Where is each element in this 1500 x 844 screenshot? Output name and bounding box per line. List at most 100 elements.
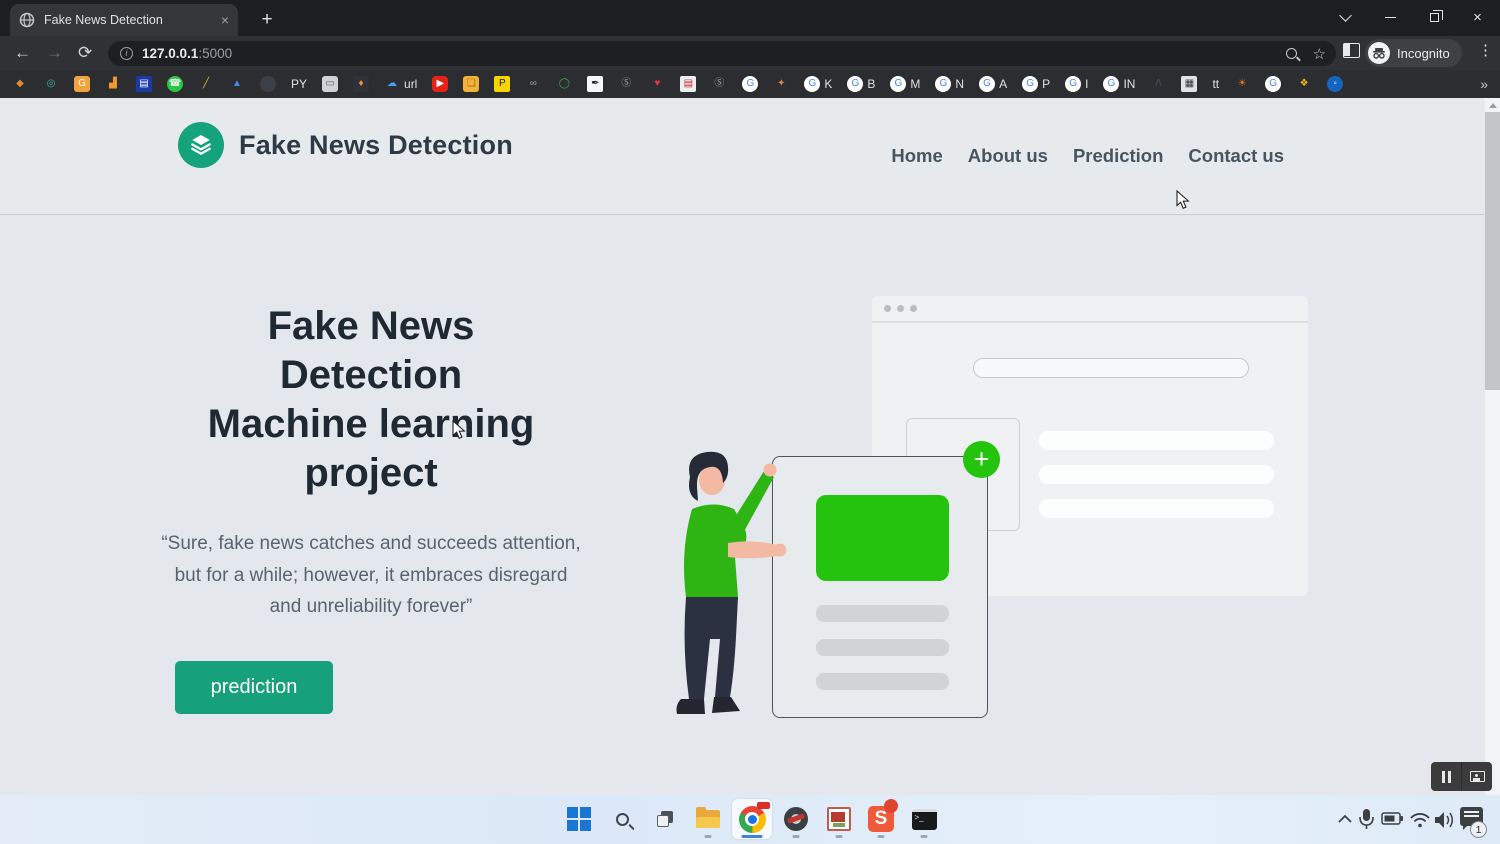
wifi-icon (1411, 814, 1429, 827)
bookmark-item[interactable]: G A (979, 76, 1007, 92)
tab-search-button[interactable] (1323, 0, 1368, 35)
bookmark-item[interactable] (260, 76, 276, 92)
bookmark-item[interactable]: G (74, 76, 90, 92)
bookmark-item[interactable]: ▲ (229, 76, 245, 92)
tab-close-icon[interactable]: × (221, 13, 229, 27)
nav-link[interactable]: About us (968, 145, 1048, 167)
bookmark-item[interactable]: ╱ (198, 76, 214, 92)
site-logo[interactable] (178, 122, 224, 168)
bookmark-favicon: ▤ (680, 76, 696, 92)
back-button[interactable]: ← (14, 43, 31, 63)
bookmark-item[interactable]: ▤ (136, 76, 152, 92)
bookmark-item[interactable]: ◎ (43, 76, 59, 92)
scrollbar-thumb[interactable] (1485, 112, 1500, 390)
bookmarks-overflow-icon[interactable]: » (1480, 76, 1488, 92)
illustration-card (772, 456, 988, 718)
windows-start-icon (567, 807, 591, 831)
side-panel-icon[interactable] (1343, 43, 1360, 58)
bookmark-item[interactable]: ◯ (556, 76, 572, 92)
bookmark-favicon: ☎ (167, 76, 183, 92)
terminal-button[interactable] (904, 799, 944, 839)
bookmark-item[interactable]: ❏ (463, 76, 479, 92)
bookmark-item[interactable]: P (494, 76, 510, 92)
bookmark-favicon: Ⓢ (711, 76, 727, 92)
bookmark-item[interactable]: ♥ (649, 76, 665, 92)
bookmark-favicon: G (935, 76, 951, 92)
bookmark-item[interactable]: ❖ (1296, 76, 1312, 92)
browser-menu-button[interactable]: ⋮ (1478, 41, 1493, 59)
bookmark-item[interactable]: G M (890, 76, 920, 92)
pause-icon (1442, 771, 1451, 783)
bookmark-favicon: Λ (1150, 76, 1166, 92)
bookmark-item[interactable]: Λ (1150, 76, 1166, 92)
site-info-icon[interactable]: i (120, 47, 133, 60)
bookmark-item[interactable]: G N (935, 76, 964, 92)
bookmark-item[interactable]: PY (291, 77, 307, 91)
bookmark-favicon: G (890, 76, 906, 92)
restore-button[interactable] (1412, 0, 1457, 35)
bookmark-star-icon[interactable]: ☆ (1313, 45, 1326, 63)
zoom-icon[interactable] (1286, 48, 1297, 59)
hero-heading-line: project (165, 449, 577, 498)
snagit-button[interactable]: S (861, 799, 901, 839)
snagit-badge (884, 799, 898, 813)
address-bar[interactable]: i 127.0.0.1 :5000 ☆ (108, 41, 1336, 66)
picture-manager-button[interactable] (819, 799, 859, 839)
bookmark-item[interactable]: ▶ (432, 76, 448, 92)
bookmark-item[interactable]: Ⓢ (711, 76, 727, 92)
battery-icon (1382, 813, 1403, 824)
bookmark-item[interactable]: G IN (1103, 76, 1135, 92)
nav-link[interactable]: Prediction (1073, 145, 1163, 167)
bookmark-item[interactable]: ◆ (12, 76, 28, 92)
bookmark-item[interactable]: ✦ (773, 76, 789, 92)
bookmark-favicon: ╱ (198, 76, 214, 92)
bookmark-item[interactable]: ▦ (1181, 76, 1197, 92)
notification-count-badge[interactable]: 1 (1470, 821, 1487, 838)
prediction-button[interactable]: prediction (175, 661, 333, 714)
browser-tab[interactable]: Fake News Detection × (10, 4, 238, 36)
taskbar-search-button[interactable] (602, 799, 642, 839)
bookmark-item[interactable]: G (1265, 76, 1281, 92)
new-tab-button[interactable]: + (254, 7, 280, 33)
bookmark-item[interactable]: ✒ (587, 76, 603, 92)
task-view-button[interactable] (645, 799, 685, 839)
bookmark-item[interactable]: G I (1065, 76, 1088, 92)
nav-link[interactable]: Home (891, 145, 942, 167)
minimize-button[interactable] (1368, 0, 1413, 35)
bookmark-item[interactable]: ▤ (680, 76, 696, 92)
bookmark-item[interactable]: G K (804, 76, 832, 92)
system-tray[interactable] (1333, 804, 1458, 836)
bookmark-item[interactable]: ☁ url (384, 76, 417, 92)
bookmark-item[interactable]: Ⓢ (618, 76, 634, 92)
incognito-icon (1368, 42, 1390, 64)
start-button[interactable] (559, 799, 599, 839)
bookmark-item[interactable]: G B (847, 76, 875, 92)
bookmark-item[interactable]: ∞ (525, 76, 541, 92)
forward-button[interactable]: → (46, 43, 63, 63)
window-close-button[interactable]: × (1455, 0, 1500, 35)
bookmark-item[interactable]: ▟ (105, 76, 121, 92)
page-scrollbar[interactable] (1485, 98, 1500, 795)
microphone-icon (1360, 809, 1373, 829)
plus-icon: + (963, 441, 1000, 478)
reload-button[interactable]: ⟳ (78, 43, 92, 63)
camera-app-button[interactable] (776, 799, 816, 839)
chrome-button[interactable] (732, 799, 772, 839)
volume-icon (1435, 812, 1452, 828)
bookmark-item[interactable]: ◦ (1327, 76, 1343, 92)
bookmark-item[interactable]: G (742, 76, 758, 92)
file-explorer-button[interactable] (688, 799, 728, 839)
snapshot-button[interactable] (1461, 762, 1492, 791)
scrollbar-up-arrow[interactable] (1489, 103, 1497, 108)
bookmark-item[interactable]: ☎ (167, 76, 183, 92)
bookmark-item[interactable]: ♦ (353, 76, 369, 92)
pause-button[interactable] (1431, 762, 1461, 791)
bookmark-item[interactable]: G P (1022, 76, 1050, 92)
nav-link[interactable]: Contact us (1188, 145, 1284, 167)
bookmark-item[interactable]: ▭ (322, 76, 338, 92)
bookmark-item[interactable]: tt (1212, 77, 1219, 91)
task-view-icon (657, 811, 673, 827)
chevron-down-icon (1339, 9, 1352, 22)
bookmark-item[interactable]: ☀ (1234, 76, 1250, 92)
bookmark-favicon: ☁ (384, 76, 400, 92)
